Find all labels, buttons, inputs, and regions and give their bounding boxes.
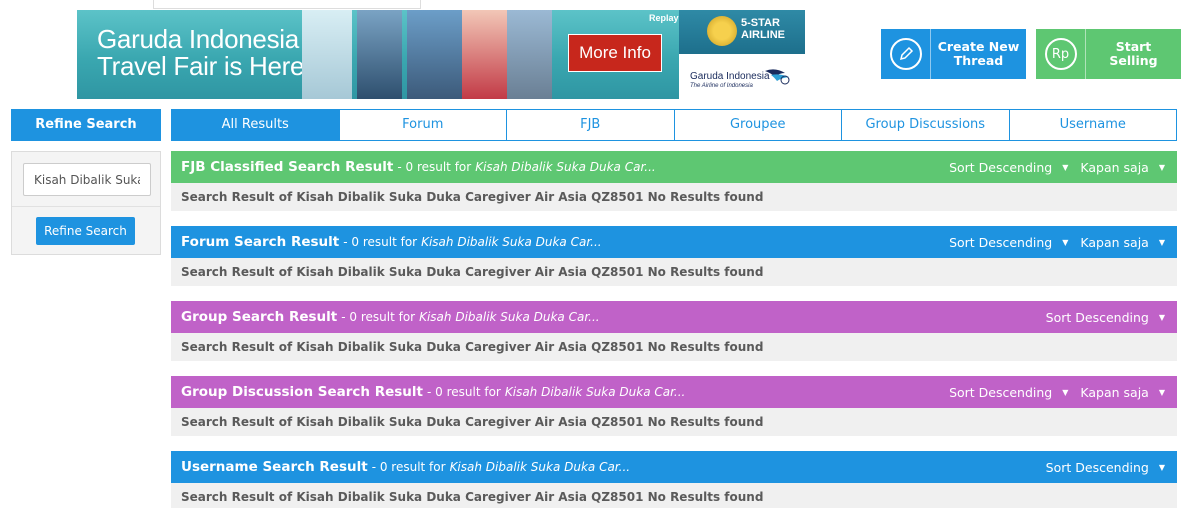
sort-label: Sort Descending (949, 384, 1053, 400)
tab-username[interactable]: Username (1008, 110, 1176, 140)
section-header: FJB Classified Search Result - 0 result … (171, 151, 1177, 183)
forum-result-section: Forum Search Result - 0 result for Kisah… (171, 226, 1177, 286)
result-tabs: All Results Forum FJB Groupee Group Disc… (171, 109, 1177, 141)
sort-dropdown[interactable]: Sort Descending ▼ (949, 235, 1068, 250)
section-title: Forum Search Result (181, 234, 340, 250)
caret-down-icon: ▼ (1062, 237, 1069, 247)
sort-dropdown[interactable]: Sort Descending ▼ (1046, 460, 1165, 475)
divider (12, 206, 160, 207)
caret-down-icon: ▼ (1062, 162, 1069, 172)
promo-banner[interactable]: Garuda Indonesia Travel Fair is Here Rep… (77, 10, 805, 99)
caret-down-icon: ▼ (1158, 162, 1165, 172)
username-result-section: Username Search Result - 0 result for Ki… (171, 451, 1177, 508)
create-new-thread-button[interactable]: Create New Thread (881, 29, 1026, 79)
start-selling-button[interactable]: Rp Start Selling (1036, 29, 1181, 79)
time-label: Kapan saja (1080, 234, 1149, 250)
tab-forum[interactable]: Forum (338, 110, 506, 140)
result-count: - 0 result for (427, 385, 501, 399)
section-title: Group Search Result (181, 309, 338, 325)
sort-dropdown[interactable]: Sort Descending ▼ (1046, 310, 1165, 325)
banner-photo (407, 10, 462, 99)
refine-search-panel: Refine Search (11, 151, 161, 255)
garuda-bird-icon (765, 69, 790, 85)
result-count: - 0 result for (341, 310, 416, 324)
section-body: Search Result of Kisah Dibalik Suka Duka… (171, 333, 1177, 361)
caret-down-icon: ▼ (1158, 237, 1165, 247)
create-new-thread-label: Create New Thread (937, 39, 1020, 68)
star-rating-text: 5-STAR AIRLINE (741, 17, 785, 41)
section-title: FJB Classified Search Result (181, 159, 394, 175)
banner-more-info-button[interactable]: More Info (568, 34, 662, 72)
result-count: - 0 result for (371, 460, 446, 474)
banner-photo (302, 10, 352, 99)
refine-search-input[interactable] (23, 163, 151, 196)
airline-brand: Garuda Indonesia (690, 71, 770, 82)
section-body: Search Result of Kisah Dibalik Suka Duka… (171, 408, 1177, 436)
section-header: Username Search Result - 0 result for Ki… (171, 451, 1177, 483)
section-body: Search Result of Kisah Dibalik Suka Duka… (171, 183, 1177, 211)
sort-label: Sort Descending (949, 234, 1053, 250)
pencil-icon (889, 38, 922, 70)
time-label: Kapan saja (1080, 159, 1149, 175)
tab-groupee[interactable]: Groupee (673, 110, 841, 140)
caret-down-icon: ▼ (1158, 462, 1165, 472)
result-count: - 0 result for (343, 235, 418, 249)
banner-photo (462, 10, 507, 99)
fjb-result-section: FJB Classified Search Result - 0 result … (171, 151, 1177, 211)
star-line2: AIRLINE (741, 29, 785, 41)
caret-down-icon: ▼ (1158, 312, 1165, 322)
tab-group-discussions[interactable]: Group Discussions (841, 110, 1009, 140)
airline-tagline: The Airline of Indonesia (690, 83, 753, 89)
airline-logo-box: 5-STAR AIRLINE Garuda Indonesia The Airl… (679, 10, 805, 99)
banner-replay-link[interactable]: Replay (649, 13, 679, 23)
sort-dropdown[interactable]: Sort Descending ▼ (949, 160, 1068, 175)
banner-headline: Garuda Indonesia Travel Fair is Here (97, 26, 304, 80)
start-selling-label: Start Selling (1109, 39, 1158, 68)
caret-down-icon: ▼ (1158, 387, 1165, 397)
refine-search-heading: Refine Search (11, 109, 161, 141)
caret-down-icon: ▼ (1062, 387, 1069, 397)
star-line1: 5-STAR (741, 17, 780, 29)
group-discussion-result-section: Group Discussion Search Result - 0 resul… (171, 376, 1177, 436)
sort-label: Sort Descending (949, 159, 1053, 175)
time-dropdown[interactable]: Kapan saja ▼ (1080, 385, 1165, 400)
top-dropdown-edge (153, 0, 421, 9)
time-label: Kapan saja (1080, 384, 1149, 400)
rupiah-icon: Rp (1044, 38, 1077, 70)
section-body: Search Result of Kisah Dibalik Suka Duka… (171, 483, 1177, 508)
section-title: Group Discussion Search Result (181, 384, 423, 400)
banner-photo (357, 10, 402, 99)
section-body: Search Result of Kisah Dibalik Suka Duka… (171, 258, 1177, 286)
section-header: Group Search Result - 0 result for Kisah… (171, 301, 1177, 333)
sell-icon-cell: Rp (1036, 29, 1086, 79)
tab-all-results[interactable]: All Results (172, 110, 339, 140)
sort-label: Sort Descending (1045, 309, 1149, 325)
search-query: Kisah Dibalik Suka Duka Car... (475, 160, 656, 174)
search-query: Kisah Dibalik Suka Duka Car... (449, 460, 631, 474)
result-count: - 0 result for (397, 160, 472, 174)
create-icon-cell (881, 29, 931, 79)
refine-search-button[interactable]: Refine Search (36, 217, 135, 245)
time-dropdown[interactable]: Kapan saja ▼ (1080, 235, 1165, 250)
group-result-section: Group Search Result - 0 result for Kisah… (171, 301, 1177, 361)
time-dropdown[interactable]: Kapan saja ▼ (1080, 160, 1165, 175)
banner-headline-line1: Garuda Indonesia (97, 24, 299, 54)
section-header: Forum Search Result - 0 result for Kisah… (171, 226, 1177, 258)
sort-dropdown[interactable]: Sort Descending ▼ (949, 385, 1068, 400)
award-seal-icon (707, 16, 737, 46)
banner-headline-line2: Travel Fair is Here (97, 51, 305, 81)
banner-photo (507, 10, 552, 99)
section-header: Group Discussion Search Result - 0 resul… (171, 376, 1177, 408)
search-query: Kisah Dibalik Suka Duka Car... (504, 385, 686, 399)
section-title: Username Search Result (181, 459, 368, 475)
search-query: Kisah Dibalik Suka Duka Car... (419, 310, 600, 324)
sort-label: Sort Descending (1045, 459, 1149, 475)
search-query: Kisah Dibalik Suka Duka Car... (421, 235, 602, 249)
tab-fjb[interactable]: FJB (506, 110, 674, 140)
